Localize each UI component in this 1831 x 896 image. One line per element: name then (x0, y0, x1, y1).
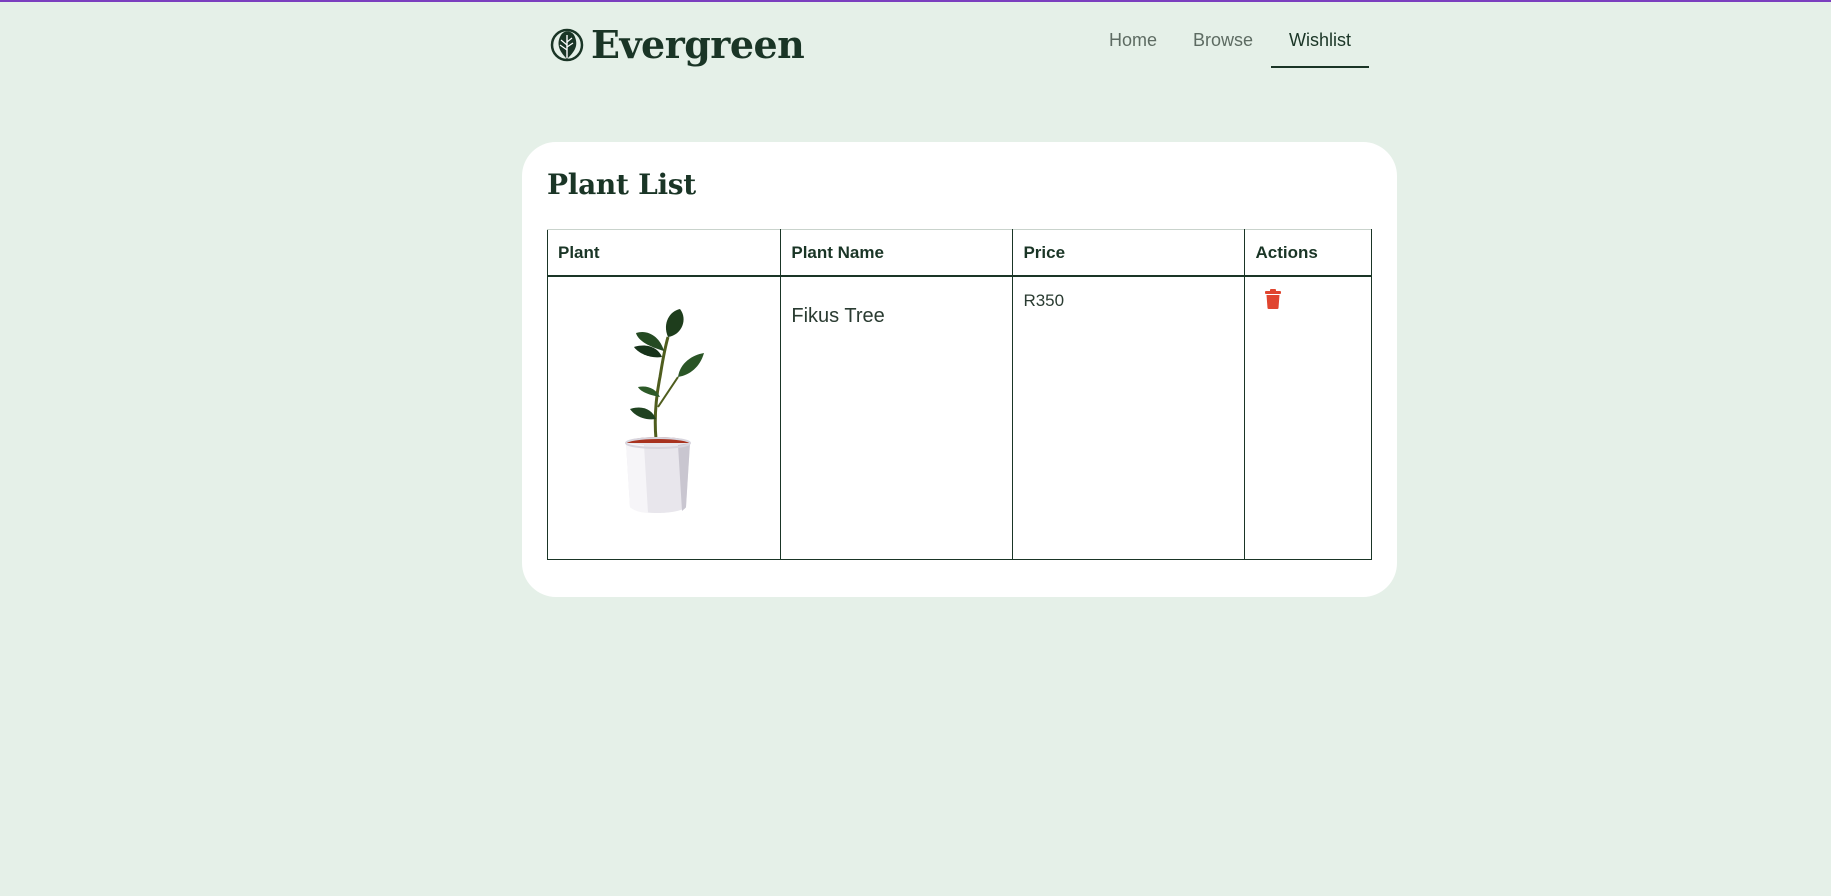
nav-wishlist[interactable]: Wishlist (1271, 22, 1369, 68)
plant-table: Plant Plant Name Price Actions Fikus Tre… (546, 229, 1372, 560)
table-header-row: Plant Plant Name Price Actions (546, 229, 1372, 277)
plant-list-card: Plant List Plant Plant Name Price Action… (522, 142, 1397, 597)
column-header-price: Price (1012, 229, 1246, 277)
top-accent-bar (0, 0, 1831, 2)
cell-plant-name: Fikus Tree (780, 275, 1014, 560)
leaf-logo-icon (550, 28, 584, 62)
table-row: Fikus Tree R350 (546, 275, 1372, 560)
site-header: Evergreen Home Browse Wishlist (549, 22, 1369, 68)
cell-plant-image (546, 275, 782, 560)
column-header-plant-name: Plant Name (780, 229, 1014, 277)
column-header-actions: Actions (1244, 229, 1372, 277)
column-header-plant: Plant (546, 229, 782, 277)
trash-icon (1265, 289, 1282, 309)
potted-plant-image (625, 309, 704, 513)
price-text: R350 (1023, 291, 1065, 310)
plant-name-text: Fikus Tree (791, 305, 885, 327)
nav-home[interactable]: Home (1091, 22, 1175, 68)
brand-link[interactable]: Evergreen (549, 22, 805, 68)
delete-button[interactable] (1265, 289, 1282, 309)
nav-browse[interactable]: Browse (1175, 22, 1271, 68)
cell-actions (1244, 275, 1372, 560)
cell-price: R350 (1012, 275, 1246, 560)
brand-name: Evergreen (591, 22, 805, 67)
page-title: Plant List (547, 168, 696, 201)
main-nav: Home Browse Wishlist (1091, 22, 1369, 68)
